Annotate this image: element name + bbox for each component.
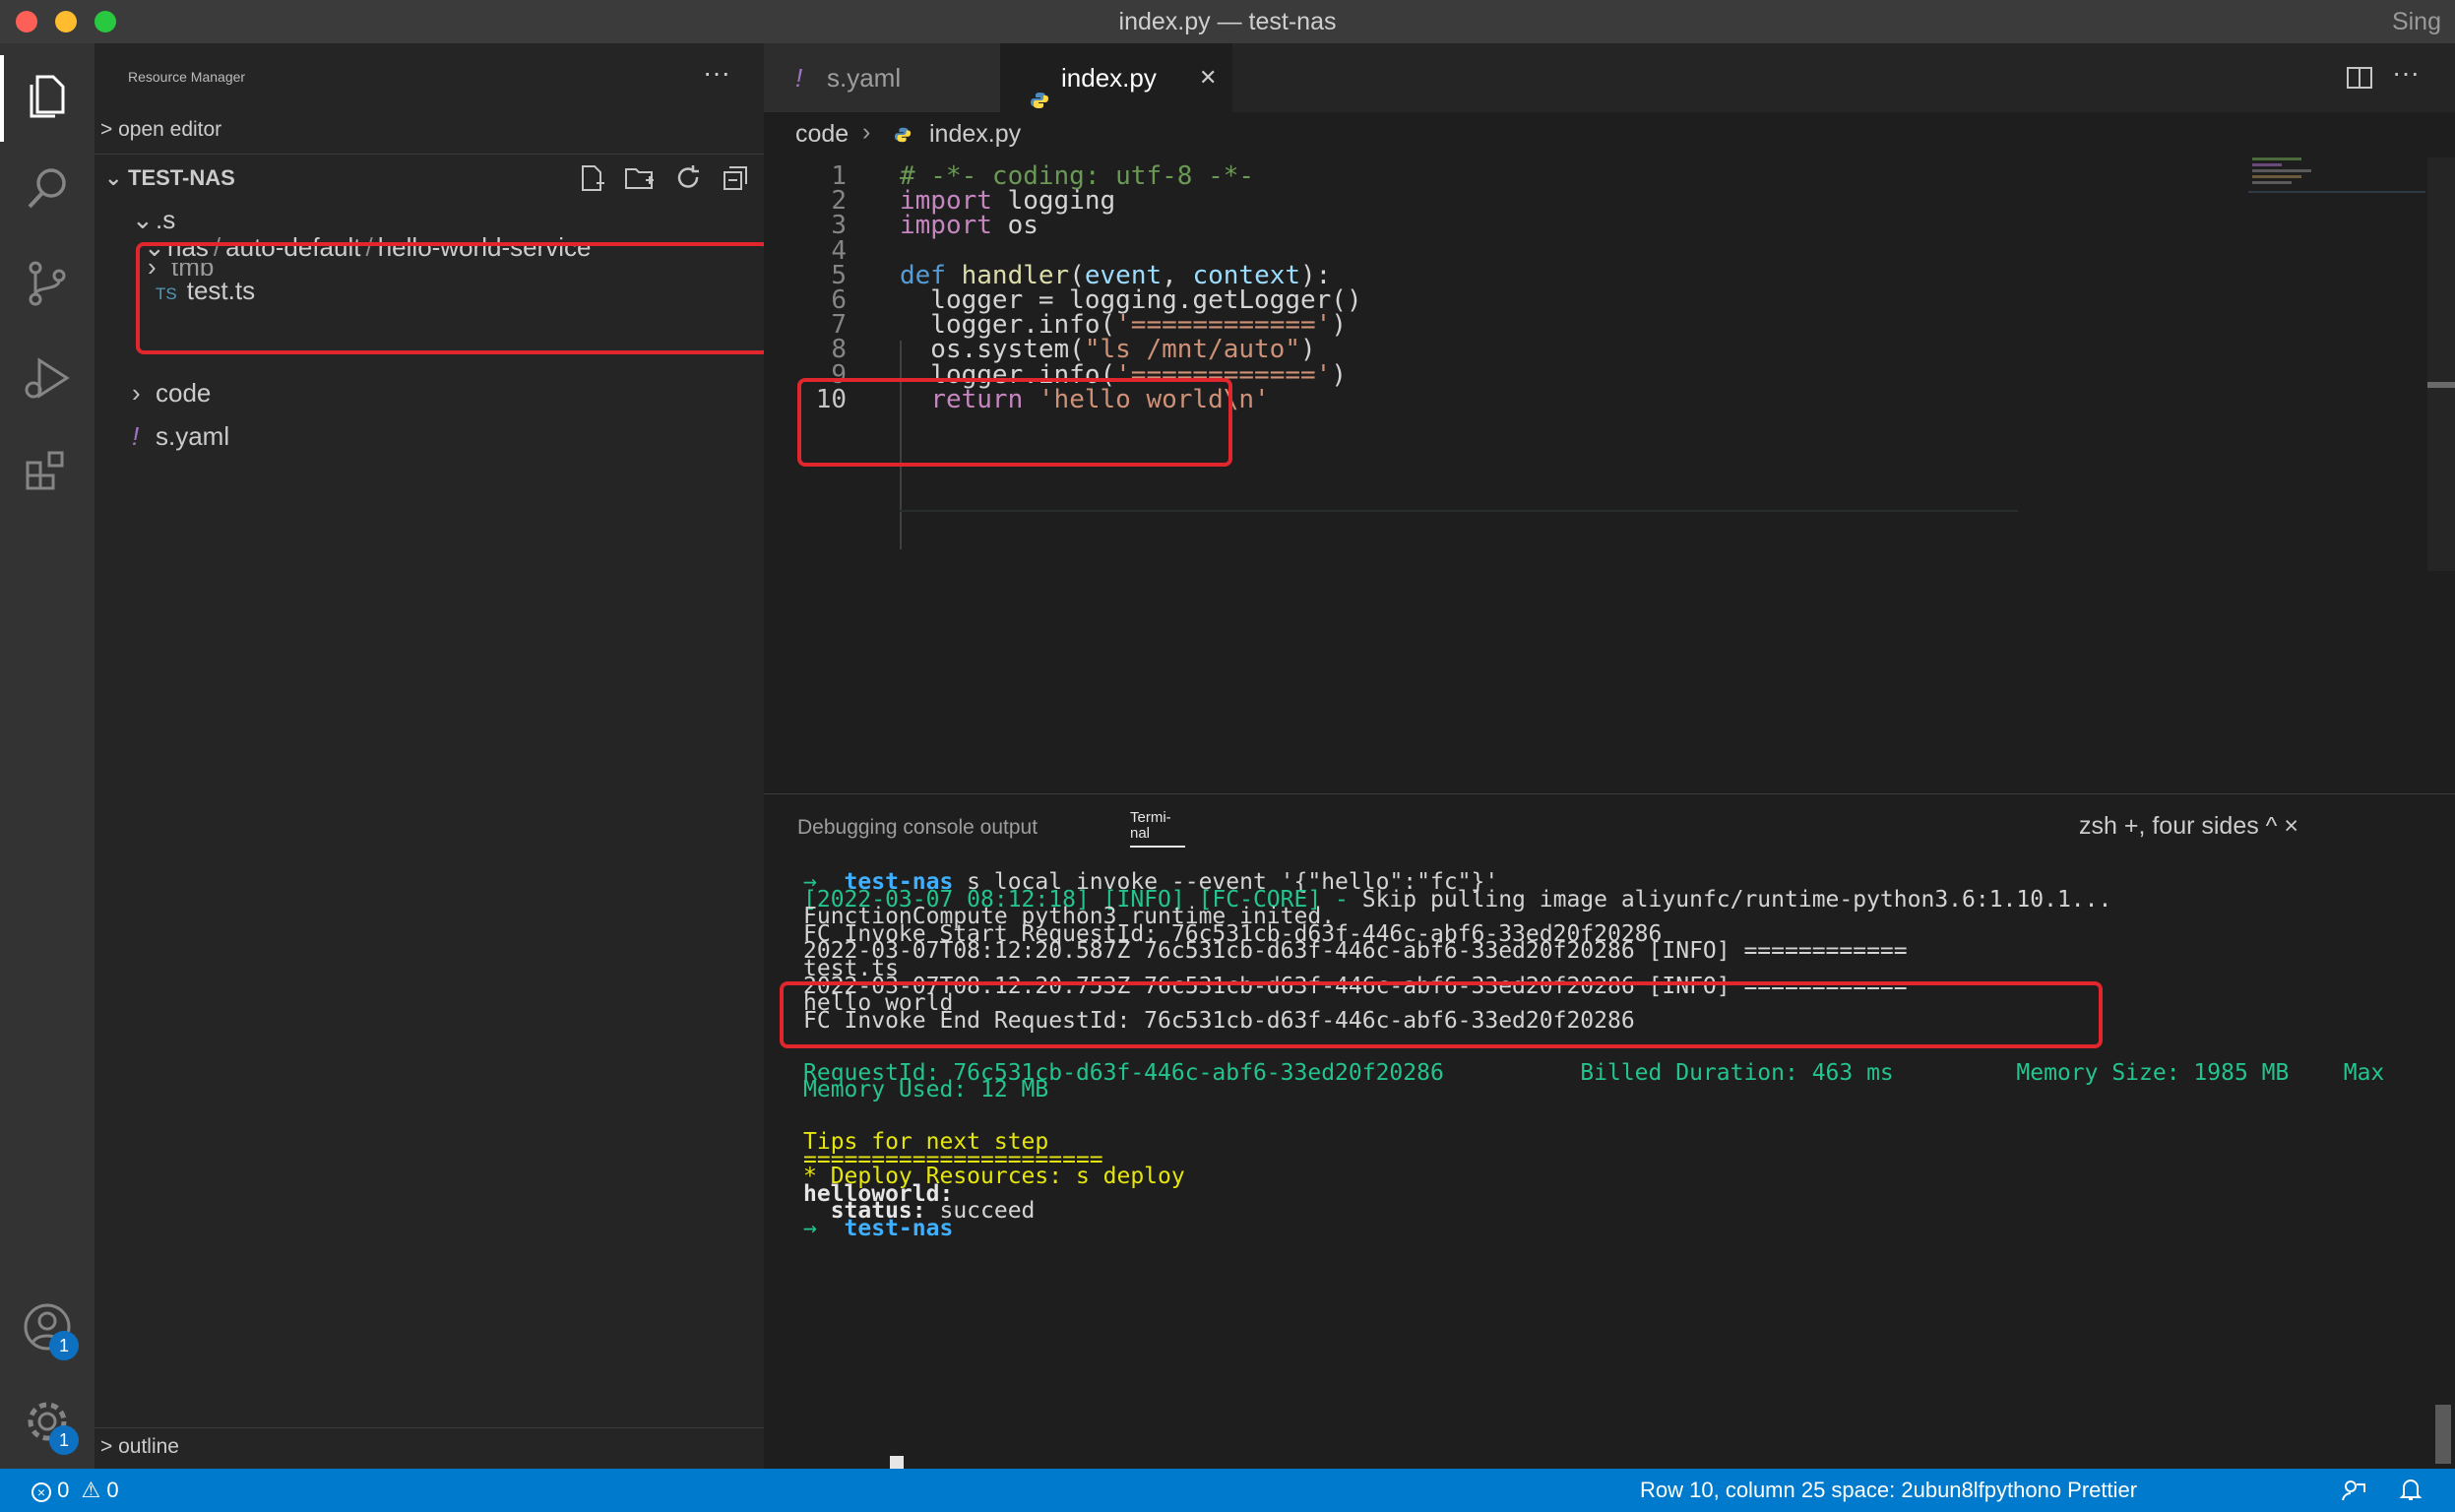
highlight-box-code — [797, 378, 1232, 467]
highlight-box-tree — [136, 242, 770, 354]
terminal-scrollbar[interactable] — [2435, 1405, 2451, 1464]
extensions-icon[interactable] — [18, 441, 77, 500]
code-token: ) — [1331, 310, 1347, 341]
editor-more-button[interactable]: ··· — [2392, 57, 2420, 89]
python-icon — [894, 126, 912, 144]
explorer-icon[interactable] — [18, 67, 77, 126]
project-name: TEST-NAS — [128, 165, 235, 190]
current-line-highlight — [900, 510, 2018, 512]
yaml-file-icon: ! — [132, 421, 140, 451]
chevron-down-icon: ⌄ — [104, 165, 123, 190]
folder-label: code — [156, 378, 212, 408]
new-file-icon[interactable] — [577, 163, 606, 193]
tree-file-s-yaml[interactable]: ! s.yaml — [132, 421, 229, 452]
terminal-text: → — [803, 1216, 845, 1241]
terminal-controls[interactable]: zsh +, four sides ^ × — [2079, 812, 2298, 841]
feedback-icon[interactable] — [2341, 1477, 2366, 1502]
code-token: ) — [1331, 359, 1347, 390]
terminal-line: Memory Used: 12 MB — [803, 1077, 1048, 1102]
title-bar: index.py — test-nas Sing — [0, 0, 2455, 44]
terminal-text: Memory Used: 12 MB — [803, 1077, 1049, 1103]
code-line[interactable]: import os — [900, 211, 1039, 240]
tab-label: s.yaml — [827, 63, 902, 93]
breadcrumb-file[interactable]: index.py — [929, 120, 1021, 149]
tab-s-yaml[interactable]: ! s.yaml — [764, 43, 1000, 112]
problems-indicator[interactable]: × 0 ⚠ 0 — [31, 1478, 119, 1503]
explorer-sidebar: Resource Manager ··· > open editor ⌄ TEST… — [94, 43, 770, 1469]
breadcrumb-folder[interactable]: code — [795, 120, 849, 149]
search-icon[interactable] — [18, 159, 77, 219]
python-icon — [1030, 67, 1049, 108]
error-icon: × — [31, 1482, 51, 1502]
error-count: 0 — [57, 1478, 70, 1502]
tab-terminal-label: Termi- — [1130, 809, 1171, 826]
code-token: os — [991, 211, 1039, 241]
source-control-icon[interactable] — [18, 254, 77, 313]
title-right-text: Sing — [2391, 8, 2441, 35]
minimap[interactable] — [2248, 158, 2425, 197]
terminal-text: 2022-03-07T08:12:20.587Z 76c531cb-d63f-4… — [803, 938, 1908, 965]
sidebar-more-button[interactable]: ··· — [703, 57, 730, 89]
split-editor-icon[interactable] — [2345, 63, 2374, 93]
code-token: import — [900, 211, 992, 241]
tree-folder-code[interactable]: › code — [132, 378, 211, 409]
new-folder-icon[interactable] — [624, 163, 656, 193]
breadcrumb: code › index.py — [764, 112, 2455, 158]
warning-icon: ⚠ — [81, 1478, 101, 1502]
outline-section[interactable]: > outline — [100, 1435, 179, 1459]
settings-gear-icon[interactable]: 1 — [18, 1392, 79, 1455]
tab-label: index.py — [1061, 63, 1157, 93]
terminal-text: test-nas — [844, 1216, 954, 1241]
accounts-badge: 1 — [49, 1331, 79, 1360]
tab-terminal[interactable]: Termi- nal — [1130, 810, 1185, 848]
accounts-icon[interactable]: 1 — [18, 1297, 79, 1360]
tab-debug-console[interactable]: Debugging console output — [797, 816, 1038, 840]
terminal-line: 2022-03-07T08:12:20.587Z 76c531cb-d63f-4… — [803, 938, 1908, 964]
chevron-down-icon: ⌄ — [132, 205, 154, 234]
notifications-bell-icon[interactable] — [2398, 1477, 2424, 1502]
active-indicator — [0, 55, 4, 142]
close-tab-icon[interactable]: ✕ — [1199, 43, 1217, 112]
terminal-text: Skip pulling image aliyunfc/runtime-pyth… — [1361, 886, 2112, 913]
folder-label: .s — [156, 205, 176, 234]
breadcrumb-separator: › — [862, 118, 871, 146]
terminal-line: → test-nas — [803, 1216, 967, 1241]
status-bar: × 0 ⚠ 0 Row 10, column 25 space: 2ubun8l… — [0, 1469, 2455, 1512]
settings-badge: 1 — [49, 1425, 79, 1455]
refresh-icon[interactable] — [673, 163, 703, 193]
file-label: s.yaml — [156, 421, 230, 451]
window-title: index.py — test-nas — [1118, 8, 1337, 35]
run-debug-icon[interactable] — [18, 348, 77, 408]
activity-bar: 1 1 — [0, 43, 94, 1469]
code-editor[interactable]: 1 2 3 4 5 6 7 8 9 10 # -*- coding: utf-8 -*- impor… — [764, 158, 2455, 788]
warning-count: 0 — [106, 1478, 119, 1502]
editor-scrollbar[interactable] — [2427, 158, 2455, 571]
cursor-position-status[interactable]: Row 10, column 25 space: 2ubun8lfpythono… — [1640, 1478, 2137, 1503]
tab-index-py[interactable]: index.py ✕ — [1000, 43, 1232, 112]
sidebar-title: Resource Manager — [128, 69, 246, 85]
bottom-panel: Debugging console output Termi- nal zsh … — [764, 793, 2455, 1480]
chevron-right-icon: › — [132, 378, 141, 408]
open-editors-section[interactable]: > open editor — [100, 118, 221, 142]
yaml-file-icon: ! — [795, 63, 803, 93]
editor-tab-bar: ! s.yaml index.py ✕ ··· — [764, 43, 2455, 112]
highlight-box-terminal — [780, 981, 2103, 1048]
tab-terminal-label: nal — [1130, 825, 1151, 842]
project-section-header[interactable]: ⌄ TEST-NAS — [104, 165, 235, 191]
collapse-all-icon[interactable] — [721, 163, 750, 193]
tree-folder-s[interactable]: ⌄.s — [132, 205, 175, 235]
